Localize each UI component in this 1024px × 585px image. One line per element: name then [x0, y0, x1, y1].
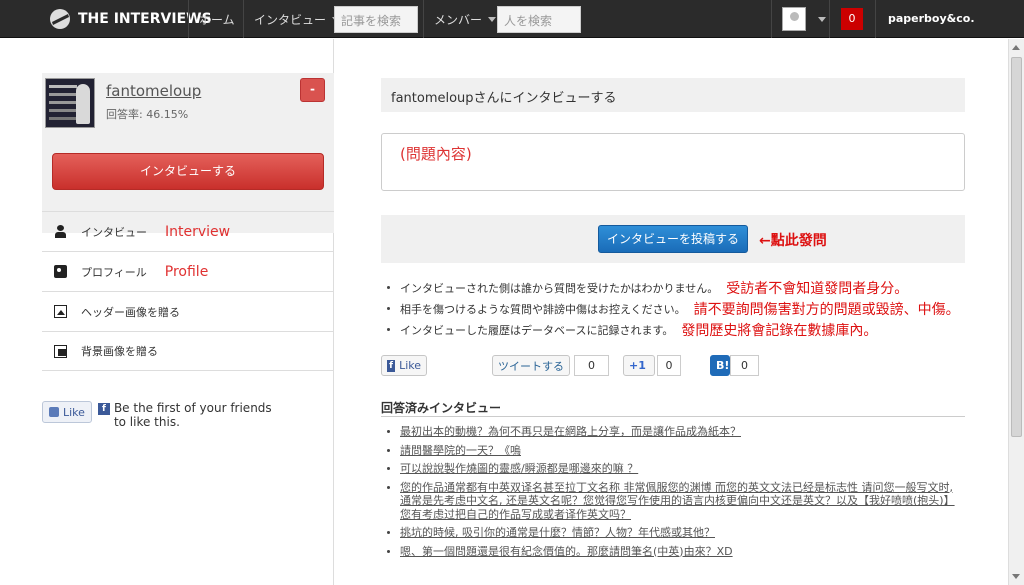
nav-home[interactable]: ホーム: [188, 0, 245, 38]
scrollbar-thumb[interactable]: [1011, 57, 1022, 437]
logo-icon: [50, 9, 70, 29]
facebook-like-widget: Like f Be the first of your friends to l…: [42, 401, 274, 429]
list-item: インタビューした履歴はデータベースに記録されます。 發問歷史將會記錄在數據庫內。: [387, 319, 971, 340]
unfollow-button[interactable]: -: [300, 78, 325, 102]
chevron-down-icon: [488, 16, 497, 22]
hatena-count: 0: [730, 355, 759, 376]
scroll-down-icon[interactable]: [1012, 574, 1020, 579]
username-link[interactable]: fantomeloup: [106, 82, 201, 100]
note-text: インタビューされた側は誰から質問を受けたかはわかりません。: [400, 281, 719, 295]
share-like-label: Like: [399, 359, 421, 372]
tweet-button[interactable]: ツイートする: [492, 355, 570, 376]
plus-one-button[interactable]: +1: [623, 355, 655, 376]
profile-card-icon: [54, 265, 67, 278]
list-item: インタビューされた側は誰から質問を受けたかはわかりません。 受訪者不會知道發問者身…: [387, 277, 971, 298]
facebook-icon: f: [97, 403, 110, 415]
nav-members-menu[interactable]: メンバー: [423, 0, 506, 38]
facebook-icon: f: [387, 359, 396, 372]
menu-item-label: プロフィール: [81, 265, 147, 279]
profile-avatar[interactable]: [45, 78, 95, 128]
list-item[interactable]: 您的作品通常都有中英双译名甚至拉丁文名称 非常佩服您的渊博 而您的英文文法已经是…: [387, 481, 965, 522]
nav-interview-label: インタビュー: [254, 12, 327, 27]
menu-item-label: インタビュー: [81, 225, 147, 239]
menu-item-label: 背景画像を贈る: [81, 345, 158, 358]
search-articles-input[interactable]: 記事を検索: [334, 6, 418, 33]
list-item[interactable]: 嗯、第一個問題還是很有紀念價值的。那麼請問筆名(中英)由來？XD: [387, 545, 965, 559]
menu-annotation: Interview: [165, 223, 231, 240]
profile-card: fantomeloup 回答率: 46.15% - インタビューする: [42, 73, 334, 233]
thumbs-up-icon: [49, 407, 59, 417]
plus-one-count: 0: [657, 355, 681, 376]
note-text: 相手を傷つけるような質問や誹謗中傷はお控えください。: [400, 302, 686, 316]
hatena-bookmark-button[interactable]: B!: [710, 355, 730, 376]
list-item[interactable]: 請問醫學院的一天？《嗚: [387, 444, 965, 458]
profile-menu: インタビュー Interview プロフィール Profile ヘッダー画像を贈…: [42, 211, 334, 371]
tweet-count: 0: [574, 355, 609, 376]
answered-link[interactable]: 可以說說製作燒圖的靈感/瞬源都是哪邊來的嘛 ？: [400, 462, 638, 476]
menu-item-background-image[interactable]: 背景画像を贈る: [42, 331, 334, 371]
note-annotation: 請不要詢問傷害對方的問題或毀謗、中傷。: [693, 301, 960, 318]
list-item[interactable]: 挑坑的時候, 吸引你的通常是什麼？情節？人物？年代感或其他？: [387, 526, 965, 540]
interview-button[interactable]: インタビューする: [52, 153, 324, 190]
answered-list: 最初出本的動機？為何不再只是在網路上分享，而是讓作品成為紙本？ 請問醫學院的一天…: [387, 425, 965, 563]
post-interview-button[interactable]: インタビューを投稿する: [598, 225, 748, 253]
notes-list: インタビューされた側は誰から質問を受けたかはわかりません。 受訪者不會知道發問者身…: [387, 277, 971, 340]
menu-item-header-image[interactable]: ヘッダー画像を贈る: [42, 291, 334, 331]
chevron-down-icon: [818, 17, 826, 22]
answered-link[interactable]: 挑坑的時候, 吸引你的通常是什麼？情節？人物？年代感或其他？: [400, 526, 715, 540]
interview-form-panel: fantomeloupさんにインタビューする (問題內容) インタビューを投稿す…: [381, 39, 965, 585]
search-people-input[interactable]: 人を検索: [497, 6, 581, 33]
main-content: fantomeloupさんにインタビューする (問題內容) インタビューを投稿す…: [334, 39, 1010, 585]
list-item: 相手を傷つけるような質問や誹謗中傷はお控えください。 請不要詢問傷害對方的問題或毀…: [387, 298, 971, 319]
note-annotation: 受訪者不會知道發問者身分。: [726, 280, 909, 297]
images-icon: [54, 344, 67, 358]
answer-rate: 回答率: 46.15%: [106, 108, 189, 121]
menu-annotation: Profile: [164, 263, 209, 280]
nav-members-label: メンバー: [434, 12, 483, 27]
menu-item-interview[interactable]: インタビュー Interview: [42, 211, 334, 251]
menu-item-profile[interactable]: プロフィール Profile: [42, 251, 334, 291]
scroll-up-icon[interactable]: [1012, 45, 1020, 50]
person-icon: [54, 225, 67, 238]
vertical-scrollbar[interactable]: [1008, 39, 1024, 585]
facebook-like-button[interactable]: Like: [42, 401, 92, 423]
facebook-like-share-button[interactable]: f Like: [381, 355, 427, 376]
profile-sidebar: fantomeloup 回答率: 46.15% - インタビューする インタビュ…: [0, 39, 334, 585]
page-title: fantomeloupさんにインタビューする: [381, 78, 965, 112]
user-avatar[interactable]: [782, 7, 806, 31]
post-bar: インタビューを投稿する ←點此發問: [381, 215, 965, 263]
post-annotation: ←點此發問: [759, 233, 827, 249]
menu-item-label: ヘッダー画像を贈る: [81, 305, 180, 319]
answered-link[interactable]: 嗯、第一個問題還是很有紀念價值的。那麼請問筆名(中英)由來？XD: [400, 545, 733, 559]
note-annotation: 發問歷史將會記錄在數據庫內。: [681, 322, 878, 339]
image-icon: [54, 305, 67, 318]
list-item[interactable]: 可以說說製作燒圖的靈感/瞬源都是哪邊來的嘛 ？: [387, 462, 965, 476]
top-navigation-bar: THE INTERVIEWS ホーム インタビュー 記事を検索 メンバー 人を検…: [0, 0, 1024, 38]
note-text: インタビューした履歴はデータベースに記録されます。: [400, 323, 674, 337]
answered-heading: 回答済みインタビュー: [381, 399, 965, 417]
answered-link[interactable]: 最初出本的動機？為何不再只是在網路上分享，而是讓作品成為紙本？: [400, 425, 741, 439]
list-item[interactable]: 最初出本的動機？為何不再只是在網路上分享，而是讓作品成為紙本？: [387, 425, 965, 439]
facebook-like-text: Be the first of your friends to like thi…: [113, 401, 272, 429]
notification-badge[interactable]: 0: [841, 8, 863, 30]
answered-link[interactable]: 請問醫學院的一天？《嗚: [400, 444, 521, 458]
question-textarea[interactable]: (問題內容): [381, 133, 965, 191]
like-label: Like: [63, 405, 85, 419]
answered-link[interactable]: 您的作品通常都有中英双译名甚至拉丁文名称 非常佩服您的渊博 而您的英文文法已经是…: [400, 481, 965, 522]
share-buttons: f Like ツイートする 0 +1 0 B! 0: [381, 355, 965, 377]
tweet-label: ツイートする: [498, 359, 564, 373]
brand-logo[interactable]: paperboy&co.: [888, 12, 975, 25]
